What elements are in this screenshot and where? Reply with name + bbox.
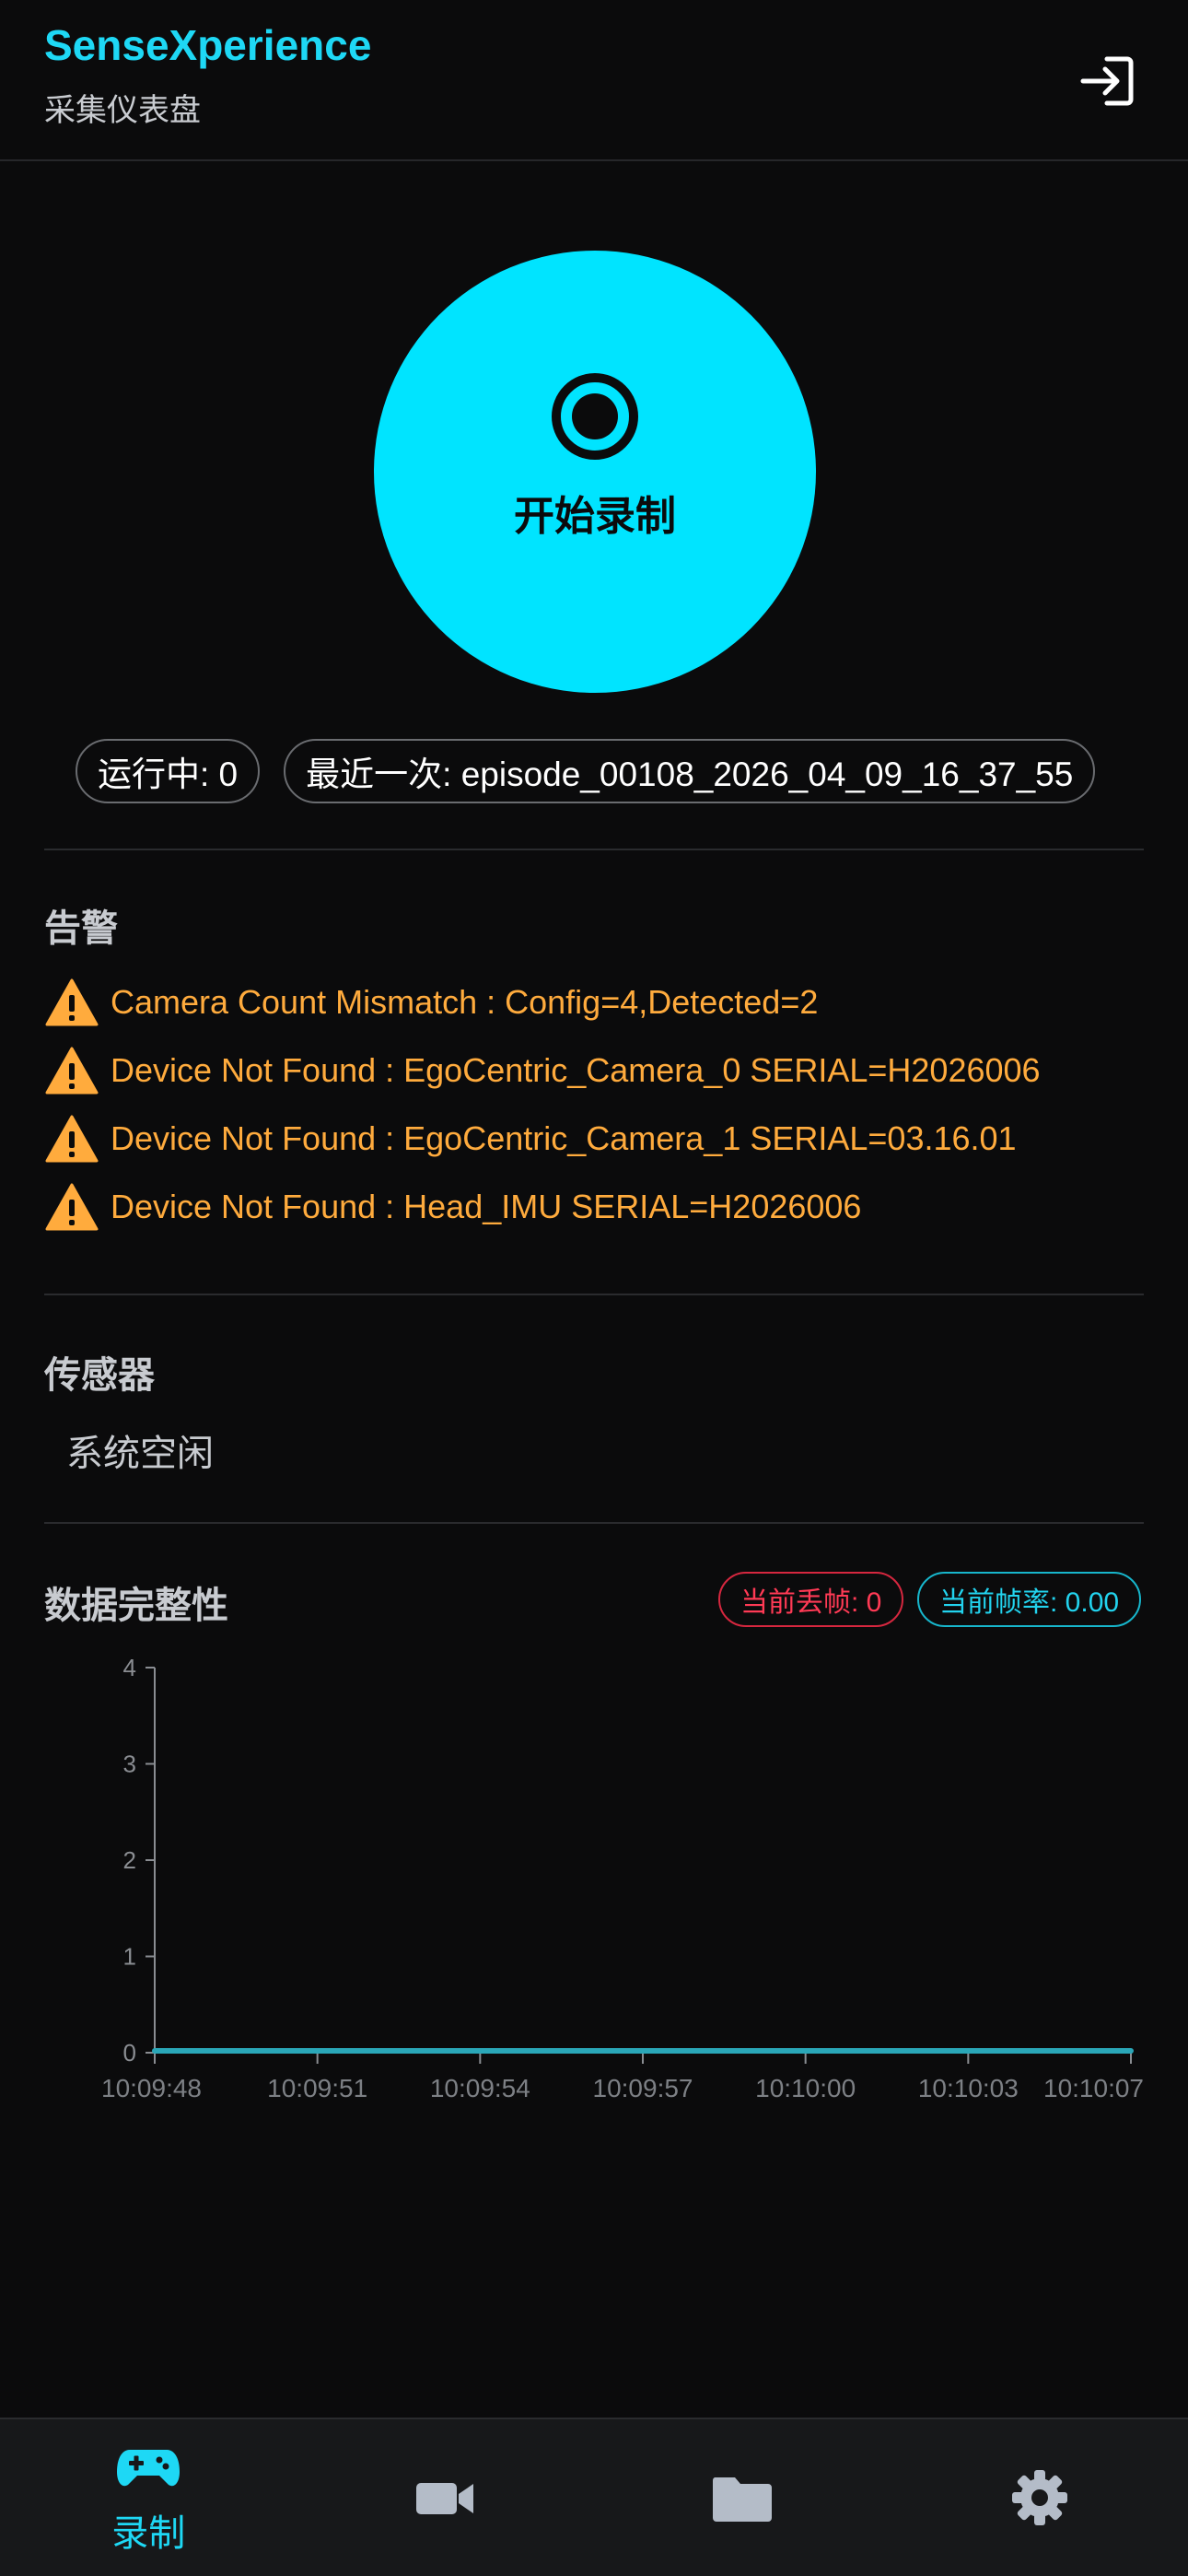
y-tick-label: 0: [123, 2039, 136, 2067]
alert-text: Device Not Found : EgoCentric_Camera_0 S…: [111, 1051, 1041, 1089]
alert-text: Device Not Found : EgoCentric_Camera_1 S…: [111, 1119, 1017, 1157]
record-icon: [552, 373, 638, 460]
warning-icon: [45, 1047, 99, 1095]
divider: [44, 849, 1144, 850]
frame-rate-badge: 当前帧率: 0.00: [917, 1572, 1142, 1627]
nav-item-settings[interactable]: [891, 2419, 1188, 2576]
alerts-title: 告警: [44, 908, 118, 949]
divider: [44, 1522, 1144, 1524]
x-tick-label: 10:09:51: [267, 2074, 367, 2102]
running-count-chip: 运行中: 0: [76, 739, 261, 803]
integrity-title: 数据完整性: [44, 1586, 228, 1626]
sensor-status-text: 系统空闲: [66, 1434, 214, 1474]
y-tick-label: 3: [123, 1751, 136, 1778]
logout-icon: [1080, 56, 1134, 106]
x-tick-label: 10:09:54: [430, 2074, 530, 2102]
data-point: [314, 2048, 320, 2054]
video-camera-icon: [415, 2483, 473, 2514]
data-point: [965, 2048, 972, 2054]
start-recording-button[interactable]: 开始录制: [374, 251, 816, 693]
divider: [44, 1294, 1144, 1295]
warning-icon: [45, 1115, 99, 1163]
app-title: SenseXperience: [44, 21, 372, 69]
alert-text: Camera Count Mismatch : Config=4,Detecte…: [111, 983, 819, 1021]
sensors-title: 传感器: [44, 1355, 155, 1396]
gamepad-icon: [117, 2450, 181, 2487]
data-point: [1128, 2048, 1134, 2054]
data-point: [802, 2048, 809, 2054]
alert-text: Device Not Found : Head_IMU SERIAL=H2026…: [111, 1188, 862, 1225]
x-tick-label: 10:10:00: [755, 2074, 856, 2102]
gear-icon: [1011, 2470, 1067, 2525]
data-point: [152, 2048, 157, 2054]
x-tick-label: 10:09:48: [101, 2074, 202, 2102]
x-tick-label: 10:09:57: [593, 2074, 693, 2102]
latest-episode-chip: 最近一次: episode_00108_2026_04_09_16_37_55: [284, 739, 1096, 803]
folder-icon: [713, 2477, 773, 2522]
x-tick-label: 10:10:07: [1043, 2074, 1144, 2102]
x-tick-label: 10:10:03: [918, 2074, 1019, 2102]
app-header: SenseXperience 采集仪表盘: [0, 0, 1188, 161]
alert-item: Device Not Found : EgoCentric_Camera_0 S…: [44, 1043, 1041, 1098]
nav-label-record: 录制: [111, 2513, 186, 2554]
status-chips: 运行中: 0 最近一次: episode_00108_2026_04_09_16…: [76, 739, 1096, 803]
y-tick-label: 4: [123, 1654, 136, 1681]
y-tick-label: 1: [123, 1943, 136, 1971]
nav-item-record[interactable]: 录制: [0, 2419, 297, 2576]
warning-icon: [45, 1183, 99, 1231]
alert-item: Device Not Found : Head_IMU SERIAL=H2026…: [44, 1179, 861, 1235]
nav-item-files[interactable]: [594, 2419, 891, 2576]
app-subtitle: 采集仪表盘: [44, 93, 201, 128]
alert-item: Camera Count Mismatch : Config=4,Detecte…: [44, 975, 818, 1030]
logout-button[interactable]: [1074, 48, 1140, 114]
warning-icon: [45, 978, 99, 1026]
y-tick-label: 2: [123, 1846, 136, 1874]
app-root: SenseXperience 采集仪表盘 开始录制 运行中: 0 最近一次: e…: [0, 0, 1188, 2576]
nav-item-camera[interactable]: [297, 2419, 595, 2576]
data-point: [640, 2048, 646, 2054]
data-point: [477, 2048, 483, 2054]
integrity-chart: 0 1 2 3 4 10:09:48 10:09:51 10:09:54 10:09:57 10:…: [101, 1654, 1144, 2102]
start-recording-label: 开始录制: [514, 494, 676, 539]
dropped-frames-badge: 当前丢帧: 0: [718, 1572, 904, 1627]
alert-item: Device Not Found : EgoCentric_Camera_1 S…: [44, 1111, 1017, 1166]
bottom-nav: 录制: [0, 2418, 1188, 2576]
